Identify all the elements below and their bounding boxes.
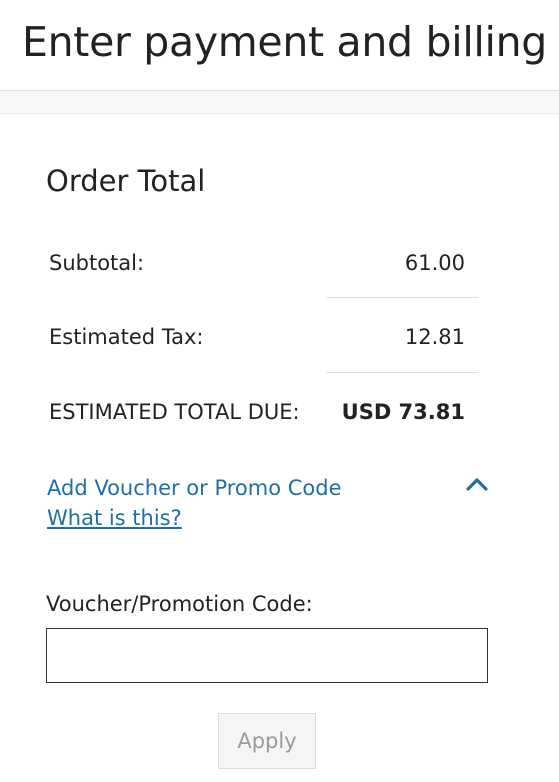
- section-separator: [0, 91, 559, 114]
- what-is-this-link[interactable]: What is this?: [47, 504, 182, 532]
- estimated-total-value: USD 73.81: [341, 400, 465, 424]
- voucher-code-label: Voucher/Promotion Code:: [46, 592, 313, 616]
- row-divider: [326, 297, 478, 298]
- page-title: Enter payment and billing: [22, 18, 548, 66]
- estimated-tax-label: Estimated Tax:: [49, 325, 204, 349]
- add-promo-code-toggle[interactable]: Add Voucher or Promo Code: [47, 474, 342, 502]
- estimated-total-label: ESTIMATED TOTAL DUE:: [49, 400, 300, 424]
- voucher-code-input[interactable]: [46, 628, 488, 683]
- page-header: Enter payment and billing: [0, 0, 559, 91]
- order-total-heading: Order Total: [46, 164, 206, 198]
- subtotal-label: Subtotal:: [49, 251, 145, 275]
- payment-page: Enter payment and billing Order Total Su…: [0, 0, 559, 782]
- subtotal-value: 61.00: [404, 251, 465, 275]
- row-divider: [326, 372, 478, 373]
- chevron-up-icon-glyph: [466, 478, 488, 491]
- apply-button[interactable]: Apply: [218, 713, 316, 769]
- chevron-up-icon[interactable]: [464, 474, 490, 494]
- estimated-tax-value: 12.81: [404, 325, 465, 349]
